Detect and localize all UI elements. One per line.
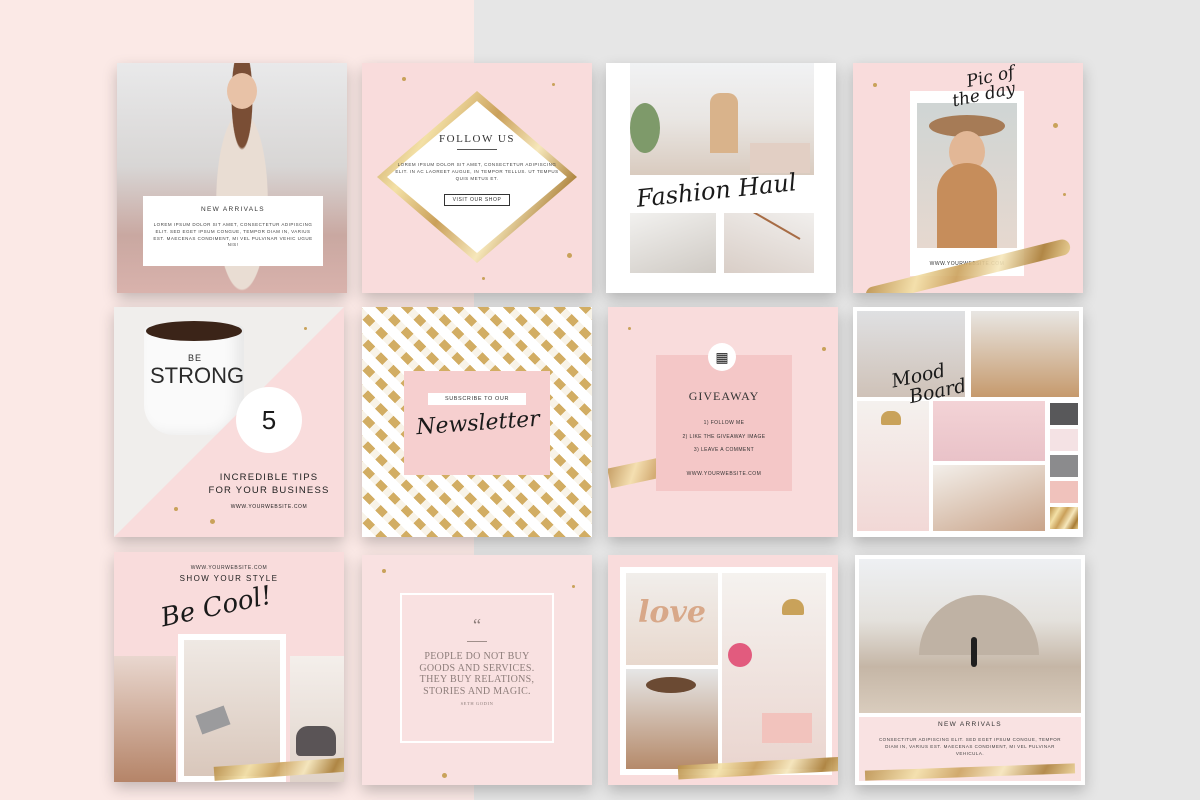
step-3: 3) LEAVE A COMMENT (693, 447, 755, 453)
quote-text: PEOPLE DO NOT BUY GOODS AND SERVICES. TH… (419, 651, 535, 697)
mug-text-top: BE (187, 353, 202, 363)
swatch-4 (1050, 481, 1078, 503)
step-1: 1) FOLLOW ME (703, 420, 745, 426)
be-cool-script: Be Cool! (158, 580, 275, 634)
panel-title: NEW ARRIVALS (938, 721, 1002, 728)
tile-new-arrivals[interactable]: NEW ARRIVALS LOREM IPSUM DOLOR SIT AMET,… (117, 63, 347, 293)
step-2: 2) LIKE THE GIVEAWAY IMAGE (682, 433, 766, 440)
desert-photo (859, 559, 1081, 713)
mood-photo-hands (933, 401, 1045, 461)
tile-quote[interactable]: “ PEOPLE DO NOT BUY GOODS AND SERVICES. … (362, 555, 592, 785)
mood-photo-braid (933, 465, 1045, 531)
love-balloon-text: love (638, 595, 706, 630)
tile-giveaway[interactable]: ▦ GIVEAWAY 1) FOLLOW ME 2) LIKE THE GIVE… (608, 307, 838, 537)
card-title: NEW ARRIVALS (201, 206, 265, 213)
quote-author: SETH GODIN (460, 701, 494, 706)
tile-love[interactable]: love (608, 555, 838, 785)
panel-body: CONSECTITUR ADIPISCING ELIT. SED EGET IP… (878, 737, 1062, 756)
tile-follow-us[interactable]: FOLLOW US LOREM IPSUM DOLOR SIT AMET, CO… (362, 63, 592, 293)
giveaway-steps: 1) FOLLOW ME 2) LIKE THE GIVEAWAY IMAGE … (656, 417, 792, 458)
subscribe-label: SUBSCRIBE TO OUR (428, 393, 526, 405)
swatch-2 (1050, 429, 1078, 451)
info-card: NEW ARRIVALS LOREM IPSUM DOLOR SIT AMET,… (143, 196, 323, 266)
card-body: LOREM IPSUM DOLOR SIT AMET, CONSECTETUR … (153, 222, 313, 248)
mug-text-main: STRONG (150, 363, 245, 388)
tips-line-2: FOR YOUR BUSINESS (208, 485, 330, 497)
swatch-1 (1050, 403, 1078, 425)
desk-photo (722, 573, 826, 769)
tile-tips[interactable]: BE STRONG 5 INCREDIBLE TIPS FOR YOUR BUS… (114, 307, 344, 537)
visit-shop-button[interactable]: VISIT OUR SHOP (443, 194, 511, 207)
gift-icon: ▦ (708, 343, 736, 371)
tile-pic-of-day[interactable]: WWW.YOURWEBSITE.COM Pic of the day (853, 63, 1083, 293)
tile-new-arrivals-2[interactable]: NEW ARRIVALS CONSECTITUR ADIPISCING ELIT… (855, 555, 1085, 785)
number-badge: 5 (236, 387, 302, 453)
hat-photo (626, 669, 718, 769)
hat-portrait-photo (917, 103, 1017, 248)
laptop-photo (184, 640, 280, 776)
follow-title: FOLLOW US (439, 133, 515, 145)
be-cool-url: WWW.YOURWEBSITE.COM (190, 565, 268, 571)
be-cool-tagline: SHOW YOUR STYLE (179, 574, 279, 583)
room-photo-left (630, 213, 716, 273)
tile-fashion-haul[interactable]: Fashion Haul (606, 63, 836, 293)
tile-mood-board[interactable]: Mood Board (853, 307, 1083, 537)
room-photo-right (724, 213, 814, 273)
hair-photo (114, 656, 176, 782)
follow-body: LOREM IPSUM DOLOR SIT AMET, CONSECTETUR … (395, 162, 559, 181)
tips-url: WWW.YOURWEBSITE.COM (230, 503, 308, 510)
quote-mark: “ (473, 615, 481, 635)
interior-photo (630, 63, 814, 175)
mood-photo-lamp (857, 401, 929, 531)
tips-line-1: INCREDIBLE TIPS (219, 472, 319, 483)
swatch-3 (1050, 455, 1078, 477)
giveaway-url: WWW.YOURWEBSITE.COM (686, 471, 762, 477)
swatch-5 (1050, 507, 1078, 529)
tile-be-cool[interactable]: WWW.YOURWEBSITE.COM SHOW YOUR STYLE Be C… (114, 552, 344, 782)
mood-photo-2 (971, 311, 1079, 397)
giveaway-title: GIVEAWAY (688, 389, 760, 403)
tile-newsletter[interactable]: SUBSCRIBE TO OUR Newsletter (362, 307, 592, 537)
template-preview: { "tiles": { "new_arrivals_1": { "title"… (0, 0, 1200, 800)
